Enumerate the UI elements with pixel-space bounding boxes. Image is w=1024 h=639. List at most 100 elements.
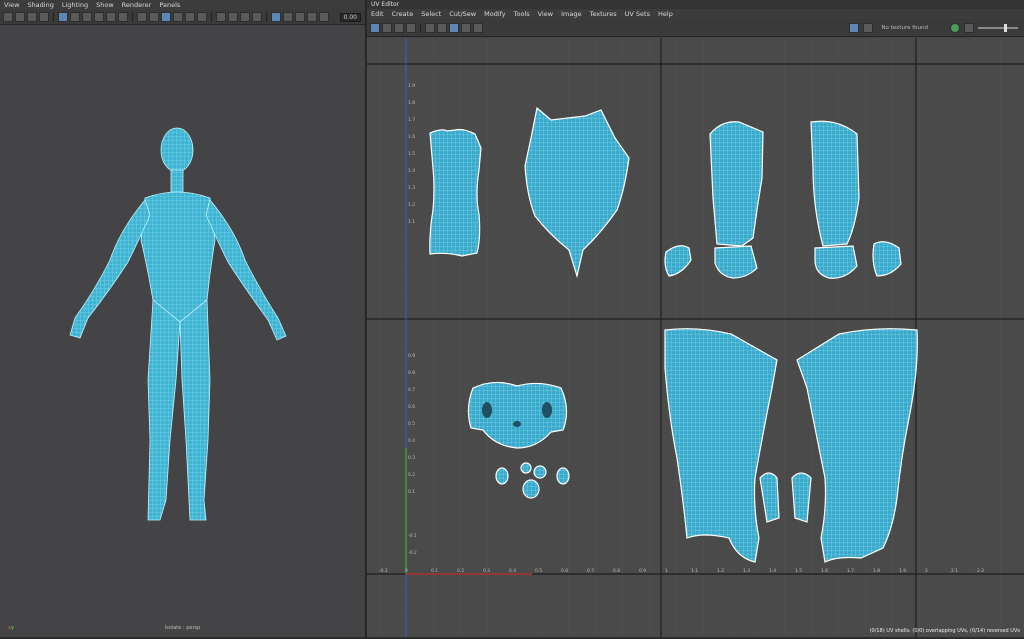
lock-icon[interactable] [15, 12, 25, 22]
film-gate-icon[interactable] [70, 12, 80, 22]
anti-alias-icon[interactable] [240, 12, 250, 22]
image-plane-icon[interactable] [39, 12, 49, 22]
uv-grid-svg: 1.9 1.8 1.7 1.6 1.5 1.4 1.3 1.2 1.1 0.9 0.8 0.7 0.6 0… [367, 38, 1024, 637]
menu-renderer[interactable]: Renderer [122, 1, 152, 9]
uv-editor-menubar: Edit Create Select Cut/Sew Modify Tools View Im… [367, 9, 1024, 19]
uv-y-tick: 1.6 [408, 134, 415, 140]
uv-editor-toolbar: No texture found [367, 19, 1024, 37]
lights-icon[interactable] [185, 12, 195, 22]
exposure-slider[interactable] [978, 23, 1018, 32]
uv-menu-uv-sets[interactable]: UV Sets [625, 10, 650, 18]
uv-y-tick: 0.8 [408, 370, 415, 376]
uv-y-tick: -0.1 [408, 533, 417, 539]
uv-x-tick: 0.9 [639, 568, 646, 574]
camera-icon[interactable] [3, 12, 13, 22]
uv-y-tick: 1.2 [408, 202, 415, 208]
uv-menu-view[interactable]: View [538, 10, 553, 18]
uv-shaded-icon[interactable] [382, 22, 392, 33]
uv-canvas[interactable]: 1.9 1.8 1.7 1.6 1.5 1.4 1.3 1.2 1.1 0.9 0.8 0.7 0.6 0… [367, 38, 1024, 637]
uv-y-tick: 1.8 [408, 100, 415, 106]
exposure-icon[interactable] [319, 12, 329, 22]
uv-x-tick: 1.1 [691, 568, 698, 574]
uv-menu-help[interactable]: Help [658, 10, 673, 18]
menu-panels[interactable]: Panels [159, 1, 180, 9]
safe-action-icon[interactable] [118, 12, 128, 22]
depth-of-field-icon[interactable] [252, 12, 262, 22]
uv-y-tick: 0.7 [408, 387, 415, 393]
grid-icon[interactable] [58, 12, 68, 22]
uv-x-tick: 1.6 [821, 568, 828, 574]
shadows-icon[interactable] [197, 12, 207, 22]
uv-y-tick: 1.1 [408, 219, 415, 225]
uv-y-tick: 1.5 [408, 151, 415, 157]
uv-x-tick: 1.7 [847, 568, 854, 574]
uv-x-tick: 0.2 [457, 568, 464, 574]
uv-y-tick: 0.9 [408, 353, 415, 359]
uv-filter-icon[interactable] [461, 22, 471, 33]
uv-snap-icon[interactable] [437, 22, 447, 33]
motion-blur-icon[interactable] [228, 12, 238, 22]
uv-menu-edit[interactable]: Edit [371, 10, 384, 18]
menu-lighting[interactable]: Lighting [62, 1, 88, 9]
menu-shading[interactable]: Shading [27, 1, 53, 9]
field-chart-icon[interactable] [106, 12, 116, 22]
uv-image-icon[interactable] [473, 22, 483, 33]
resolution-gate-icon[interactable] [82, 12, 92, 22]
ambient-occlusion-icon[interactable] [216, 12, 226, 22]
uv-x-tick: 2.2 [977, 568, 984, 574]
uv-x-tick: 0.4 [509, 568, 516, 574]
panel-toolbar: 0.00 [0, 10, 365, 25]
uv-x-tick: 1.9 [899, 568, 906, 574]
uv-menu-tools[interactable]: Tools [514, 10, 530, 18]
menu-view[interactable]: View [4, 1, 19, 9]
xray-icon[interactable] [283, 12, 293, 22]
uv-menu-textures[interactable]: Textures [589, 10, 616, 18]
uv-x-tick: -0.1 [379, 568, 388, 574]
uv-view-icon[interactable] [370, 22, 380, 33]
uv-editor-title: UV Editor [367, 0, 1024, 9]
uv-menu-image[interactable]: Image [561, 10, 581, 18]
isolate-select-icon[interactable] [271, 12, 281, 22]
uv-menu-select[interactable]: Select [421, 10, 441, 18]
perspective-panel: View Shading Lighting Show Renderer Panels 0.… [0, 0, 366, 637]
uv-x-tick: 1.8 [873, 568, 880, 574]
uv-checker-icon[interactable] [449, 22, 459, 33]
display-image-icon[interactable] [849, 22, 860, 33]
menu-show[interactable]: Show [96, 1, 114, 9]
uv-y-tick: 0.2 [408, 472, 415, 478]
bookmark-icon[interactable] [27, 12, 37, 22]
uv-distortion-icon[interactable] [394, 22, 404, 33]
uv-y-tick: 1.4 [408, 168, 415, 174]
wireframe-icon[interactable] [137, 12, 147, 22]
uv-x-tick: 2.1 [951, 568, 958, 574]
uv-x-tick: 0.7 [587, 568, 594, 574]
uv-y-tick: 0.5 [408, 421, 415, 427]
viewport-caption: Isolate : persp [164, 625, 201, 631]
texture-dropdown[interactable]: No texture found [877, 25, 946, 31]
wireframe-on-shaded-icon[interactable] [161, 12, 171, 22]
uv-border-icon[interactable] [406, 22, 416, 33]
xray-active-icon[interactable] [307, 12, 317, 22]
exposure-icon[interactable] [964, 22, 974, 33]
uv-y-tick: 0.3 [408, 455, 415, 461]
uv-x-tick: 0.1 [431, 568, 438, 574]
uv-x-tick: 0 [405, 568, 408, 574]
uv-y-tick: 1.9 [408, 83, 415, 89]
uv-menu-modify[interactable]: Modify [484, 10, 506, 18]
uv-y-tick: 1.3 [408, 185, 415, 191]
uv-menu-create[interactable]: Create [392, 10, 414, 18]
uv-x-tick: 0.8 [613, 568, 620, 574]
3d-viewport[interactable]: xy Isolate : persp [0, 25, 365, 637]
uv-y-tick: 0.4 [408, 438, 415, 444]
uv-editor-panel: UV Editor Edit Create Select Cut/Sew Modify T… [367, 0, 1024, 637]
dim-image-icon[interactable] [863, 22, 874, 33]
smooth-shade-icon[interactable] [149, 12, 159, 22]
uv-x-tick: 0.5 [535, 568, 542, 574]
textured-icon[interactable] [173, 12, 183, 22]
uv-grid-icon[interactable] [425, 22, 435, 33]
xray-joints-icon[interactable] [295, 12, 305, 22]
exposure-value[interactable]: 0.00 [339, 12, 361, 22]
uv-menu-cut-sew[interactable]: Cut/Sew [449, 10, 476, 18]
refresh-icon[interactable] [950, 22, 960, 33]
gate-mask-icon[interactable] [94, 12, 104, 22]
